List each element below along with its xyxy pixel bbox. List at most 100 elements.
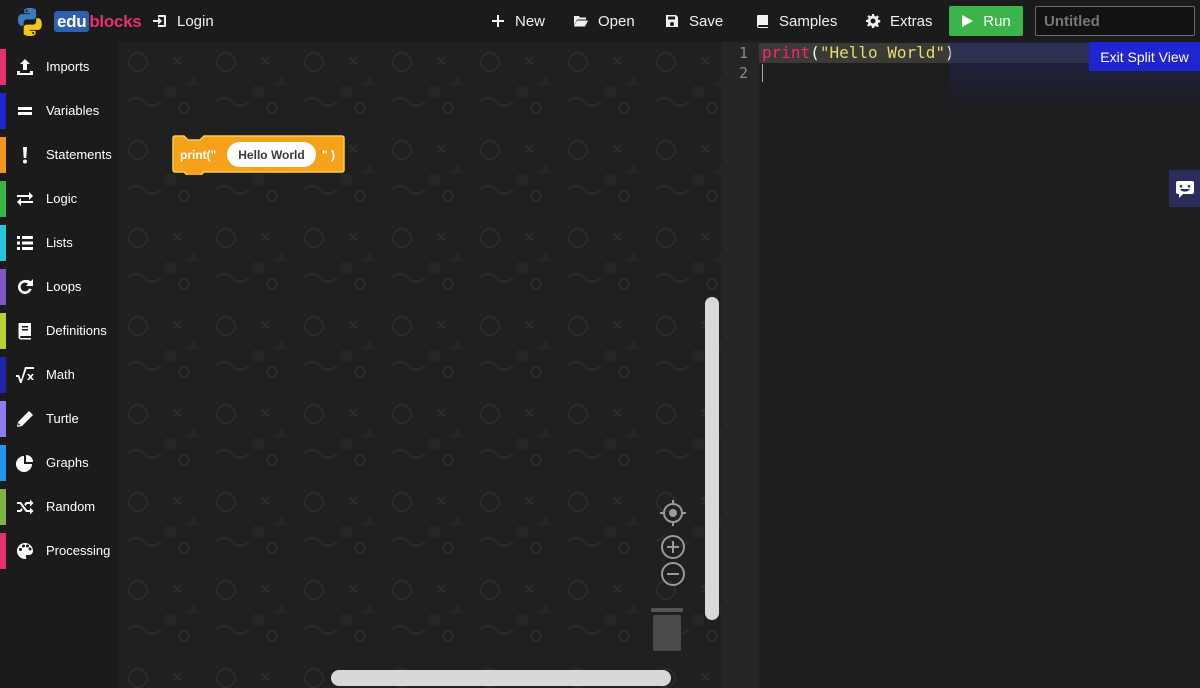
brand-name: edu blocks xyxy=(54,11,142,32)
line-number: 1 xyxy=(738,44,748,62)
category-label: Imports xyxy=(46,59,90,74)
equals-icon xyxy=(15,101,35,121)
category-color-bar xyxy=(0,313,6,349)
brand-blocks: blocks xyxy=(89,12,142,31)
exit-split-view-button[interactable]: Exit Split View xyxy=(1089,42,1200,71)
play-icon xyxy=(962,15,974,27)
sign-in-icon xyxy=(151,12,169,30)
save-label: Save xyxy=(689,12,724,30)
category-graphs[interactable]: Graphs xyxy=(0,441,118,485)
category-color-bar xyxy=(0,489,6,525)
category-label: Statements xyxy=(46,147,112,162)
category-color-bar xyxy=(0,181,6,217)
extras-label: Extras xyxy=(890,12,933,30)
category-lists[interactable]: Lists xyxy=(0,221,118,265)
plus-icon xyxy=(489,12,507,30)
edublocks-logo[interactable]: edu blocks xyxy=(14,6,142,38)
blocks-workspace[interactable]: print(" Hello World " ) xyxy=(118,42,722,688)
category-color-bar xyxy=(0,137,6,173)
login-button[interactable]: Login xyxy=(151,0,214,42)
top-navbar: edu blocks Login New Open Save Samples Ex… xyxy=(0,0,1200,42)
category-variables[interactable]: Variables xyxy=(0,89,118,133)
trash-icon[interactable] xyxy=(650,607,684,653)
code-string: "Hello World" xyxy=(819,43,946,62)
category-label: Variables xyxy=(46,103,100,118)
category-label: Lists xyxy=(46,235,73,250)
recenter-icon[interactable] xyxy=(660,500,686,526)
exclamation-icon xyxy=(15,145,35,165)
python-code-editor[interactable]: 1 2 print("Hello World") xyxy=(722,42,1200,688)
category-label: Graphs xyxy=(46,455,89,470)
workspace-vertical-scrollbar[interactable] xyxy=(705,297,719,620)
list-icon xyxy=(15,233,35,253)
category-color-bar xyxy=(0,269,6,305)
print-block-suffix: " ) xyxy=(322,148,336,162)
extras-button[interactable]: Extras xyxy=(864,0,933,42)
book-icon xyxy=(753,12,771,30)
category-color-bar xyxy=(0,401,6,437)
run-button[interactable]: Run xyxy=(949,6,1023,36)
folder-open-icon xyxy=(572,12,590,30)
palette-icon xyxy=(15,541,35,561)
category-label: Random xyxy=(46,499,96,514)
run-label: Run xyxy=(983,12,1011,30)
code-keyword: print xyxy=(762,43,811,62)
category-label: Definitions xyxy=(46,323,107,338)
feedback-icon[interactable] xyxy=(1169,170,1200,207)
category-color-bar xyxy=(0,49,6,85)
print-block[interactable]: print(" Hello World " ) xyxy=(172,135,345,175)
gear-icon xyxy=(864,12,882,30)
arrows-exchange-icon xyxy=(15,189,35,209)
zoom-in-icon[interactable] xyxy=(660,534,686,560)
print-block-string-input[interactable]: Hello World xyxy=(227,142,316,167)
code-paren-close: ) xyxy=(945,43,955,62)
edublocks-app: edu blocks Login New Open Save Samples Ex… xyxy=(0,0,1200,688)
new-button[interactable]: New xyxy=(489,0,545,42)
category-label: Math xyxy=(46,367,75,382)
category-definitions[interactable]: Definitions xyxy=(0,309,118,353)
samples-button[interactable]: Samples xyxy=(753,0,837,42)
redo-icon xyxy=(15,277,35,297)
category-color-bar xyxy=(0,93,6,129)
code-line-1[interactable]: print("Hello World") xyxy=(762,43,955,62)
save-button[interactable]: Save xyxy=(663,0,723,42)
login-label: Login xyxy=(177,12,214,30)
category-loops[interactable]: Loops xyxy=(0,265,118,309)
category-label: Logic xyxy=(46,191,78,206)
upload-icon xyxy=(15,57,35,77)
pencil-icon xyxy=(15,409,35,429)
category-turtle[interactable]: Turtle xyxy=(0,397,118,441)
line-number-gutter: 1 2 xyxy=(722,42,759,688)
category-label: Turtle xyxy=(46,411,79,426)
category-label: Loops xyxy=(46,279,82,294)
save-icon xyxy=(663,12,681,30)
brand-edu: edu xyxy=(54,11,90,32)
new-label: New xyxy=(515,12,546,30)
pie-chart-icon xyxy=(15,453,35,473)
code-paren-open: ( xyxy=(810,43,820,62)
open-label: Open xyxy=(598,12,635,30)
project-title-input[interactable] xyxy=(1035,6,1195,36)
book-icon xyxy=(15,321,35,341)
category-color-bar xyxy=(0,533,6,569)
python-logo-icon xyxy=(18,8,42,36)
category-color-bar xyxy=(0,445,6,481)
square-root-icon xyxy=(15,365,35,385)
shuffle-icon xyxy=(15,497,35,517)
category-imports[interactable]: Imports xyxy=(0,45,118,89)
category-processing[interactable]: Processing xyxy=(0,529,118,573)
zoom-out-icon[interactable] xyxy=(660,561,686,587)
samples-label: Samples xyxy=(779,12,838,30)
text-cursor xyxy=(762,64,763,82)
category-random[interactable]: Random xyxy=(0,485,118,529)
category-color-bar xyxy=(0,357,6,393)
print-block-prefix: print(" xyxy=(180,148,217,162)
category-logic[interactable]: Logic xyxy=(0,177,118,221)
category-statements[interactable]: Statements xyxy=(0,133,118,177)
category-toolbox: Imports Variables Statements Logic Lists… xyxy=(0,42,118,688)
open-button[interactable]: Open xyxy=(572,0,635,42)
category-color-bar xyxy=(0,225,6,261)
workspace-horizontal-scrollbar[interactable] xyxy=(331,670,671,686)
category-label: Processing xyxy=(46,543,111,558)
category-math[interactable]: Math xyxy=(0,353,118,397)
